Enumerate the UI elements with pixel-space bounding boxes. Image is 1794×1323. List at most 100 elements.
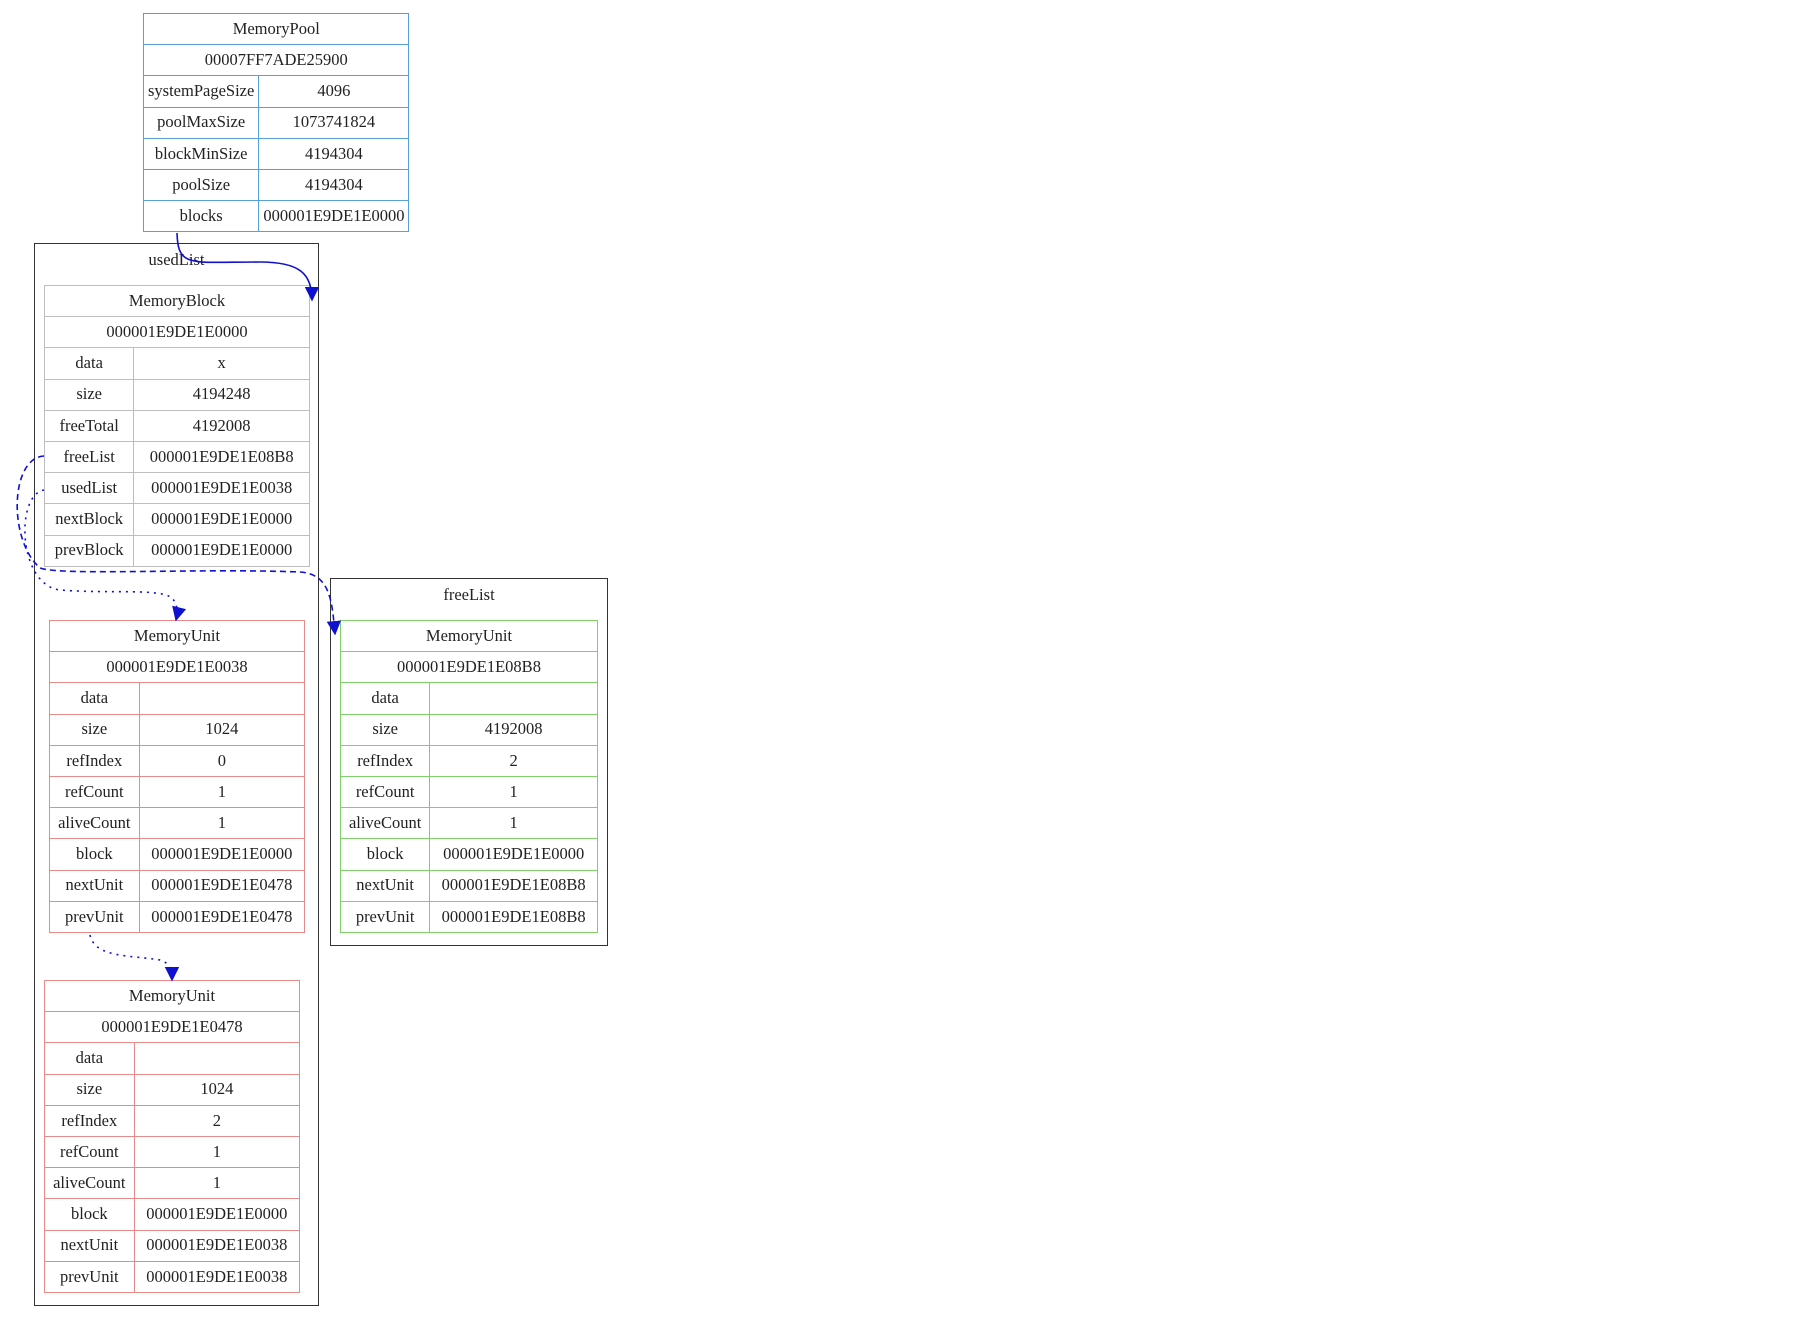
memory-pool-address: 00007FF7ADE25900	[142, 44, 410, 77]
used-unit-2-field-value: 000001E9DE1E0038	[133, 1229, 301, 1262]
used-unit-1-address-row: 000001E9DE1E0038	[49, 651, 305, 684]
used-list-cluster-label: usedList	[148, 250, 205, 269]
free-unit-field-row: refCount 1	[339, 775, 598, 809]
used-unit-1-address: 000001E9DE1E0038	[49, 651, 305, 684]
used-unit-2-field-value: 000001E9DE1E0000	[133, 1198, 301, 1231]
used-unit-1-field-row: refIndex 0	[49, 744, 306, 777]
used-unit-2-node: MemoryUnit 000001E9DE1E0478 data size 1024 re…	[44, 979, 301, 1293]
memory-block-field-name: freeTotal	[43, 409, 135, 442]
used-unit-2-field-value: 000001E9DE1E0038	[133, 1260, 301, 1293]
free-unit-title-row: MemoryUnit	[340, 619, 598, 653]
free-unit-field-value: 000001E9DE1E08B8	[429, 900, 598, 933]
used-unit-1-field-name: prevUnit	[49, 900, 140, 933]
memory-pool-field-value: 4096	[258, 75, 410, 108]
used-unit-1-field-value: 000001E9DE1E0478	[138, 900, 306, 933]
used-unit-1-field-name: refCount	[49, 775, 140, 809]
free-unit-field-name: block	[339, 838, 431, 871]
memory-pool-title: MemoryPool	[142, 12, 410, 46]
free-unit-field-row: block 000001E9DE1E0000	[339, 838, 598, 871]
memory-block-field-value: 000001E9DE1E0038	[133, 472, 310, 505]
free-unit-field-name: nextUnit	[339, 869, 431, 902]
used-unit-1-field-name: size	[49, 713, 140, 746]
memory-pool-field-name: poolMaxSize	[142, 106, 260, 139]
used-unit-2-field-row: nextUnit 000001E9DE1E0038	[44, 1229, 301, 1262]
used-unit-2-field-value	[133, 1042, 301, 1075]
memory-block-field-name: data	[43, 347, 135, 380]
memory-block-field-value: x	[133, 347, 310, 380]
memory-block-field-row: data x	[43, 347, 310, 380]
memory-pool-field-row: blocks 000001E9DE1E0000	[142, 200, 410, 233]
used-unit-2-address-row: 000001E9DE1E0478	[44, 1011, 300, 1044]
used-unit-1-field-value: 000001E9DE1E0478	[138, 869, 306, 902]
memory-pool-field-value: 4194304	[258, 137, 410, 170]
memory-pool-title-row: MemoryPool	[142, 12, 410, 46]
free-unit-field-value: 1	[429, 775, 598, 809]
used-unit-2-field-name: refIndex	[44, 1104, 135, 1137]
used-unit-2-field-row: data	[44, 1042, 301, 1075]
used-unit-1-field-name: block	[49, 838, 140, 871]
memory-pool-field-row: blockMinSize 4194304	[142, 137, 410, 170]
used-unit-2-field-name: nextUnit	[44, 1229, 135, 1262]
free-unit-field-name: refIndex	[339, 744, 431, 777]
used-unit-2-field-row: refCount 1	[44, 1135, 301, 1169]
free-unit-field-row: refIndex 2	[339, 744, 598, 777]
memory-block-address: 000001E9DE1E0000	[44, 316, 310, 349]
used-unit-1-title-row: MemoryUnit	[49, 619, 305, 653]
free-unit-field-row: prevUnit 000001E9DE1E08B8	[339, 900, 598, 933]
used-unit-2-field-row: refIndex 2	[44, 1104, 301, 1137]
free-unit-title: MemoryUnit	[340, 619, 598, 653]
memory-block-field-value: 000001E9DE1E08B8	[133, 440, 310, 474]
free-unit-field-value: 2	[429, 744, 598, 777]
free-unit-field-value: 4192008	[429, 713, 598, 746]
used-unit-2-field-name: size	[44, 1073, 135, 1106]
memory-block-field-name: usedList	[43, 472, 135, 505]
memory-pool-field-name: blocks	[142, 200, 260, 233]
used-unit-2-field-name: aliveCount	[44, 1167, 135, 1200]
used-unit-1-field-value: 1024	[138, 713, 306, 746]
free-unit-field-name: prevUnit	[339, 900, 431, 933]
used-unit-1-field-name: refIndex	[49, 744, 140, 777]
used-unit-2-field-value: 2	[133, 1104, 301, 1137]
memory-block-field-row: size 4194248	[43, 378, 310, 411]
memory-block-field-name: nextBlock	[43, 503, 135, 536]
used-unit-2-field-name: prevUnit	[44, 1260, 135, 1293]
free-unit-field-name: data	[339, 682, 431, 715]
free-unit-field-value: 000001E9DE1E08B8	[429, 869, 598, 902]
used-unit-2-field-row: prevUnit 000001E9DE1E0038	[44, 1260, 301, 1293]
memory-block-field-row: usedList 000001E9DE1E0038	[43, 472, 310, 505]
memory-pool-field-value: 1073741824	[258, 106, 410, 139]
used-unit-2-title-row: MemoryUnit	[44, 979, 300, 1013]
memory-block-field-value: 000001E9DE1E0000	[133, 534, 310, 567]
memory-pool-field-row: systemPageSize 4096	[142, 75, 410, 108]
memory-pool-field-row: poolSize 4194304	[142, 168, 410, 202]
free-unit-field-name: aliveCount	[339, 807, 431, 840]
memory-block-field-row: freeTotal 4192008	[43, 409, 310, 442]
memory-block-field-name: freeList	[43, 440, 135, 474]
used-unit-1-field-row: data	[49, 682, 306, 715]
memory-block-field-row: prevBlock 000001E9DE1E0000	[43, 534, 310, 567]
memory-block-title-row: MemoryBlock	[44, 284, 310, 318]
free-unit-field-row: nextUnit 000001E9DE1E08B8	[339, 869, 598, 902]
free-unit-field-row: size 4192008	[339, 713, 598, 746]
used-unit-1-field-name: nextUnit	[49, 869, 140, 902]
free-unit-field-value	[429, 682, 598, 715]
used-unit-1-field-row: aliveCount 1	[49, 807, 306, 840]
used-unit-2-title: MemoryUnit	[44, 979, 300, 1013]
memory-pool-field-name: systemPageSize	[142, 75, 260, 108]
free-unit-field-row: data	[339, 682, 598, 715]
free-unit-field-value: 000001E9DE1E0000	[429, 838, 598, 871]
used-unit-1-field-name: aliveCount	[49, 807, 140, 840]
memory-block-field-name: size	[43, 378, 135, 411]
used-unit-1-title: MemoryUnit	[49, 619, 305, 653]
memory-pool-address-row: 00007FF7ADE25900	[142, 44, 410, 77]
memory-pool-field-row: poolMaxSize 1073741824	[142, 106, 410, 139]
used-unit-1-field-value: 000001E9DE1E0000	[138, 838, 306, 871]
used-unit-2-field-value: 1024	[133, 1073, 301, 1106]
used-unit-1-field-row: block 000001E9DE1E0000	[49, 838, 306, 871]
memory-block-field-value: 000001E9DE1E0000	[133, 503, 310, 536]
used-unit-2-field-row: block 000001E9DE1E0000	[44, 1198, 301, 1231]
memory-pool-field-value: 4194304	[258, 168, 410, 202]
memory-block-field-name: prevBlock	[43, 534, 135, 567]
memory-block-field-row: freeList 000001E9DE1E08B8	[43, 440, 310, 474]
free-unit-address: 000001E9DE1E08B8	[340, 651, 598, 684]
